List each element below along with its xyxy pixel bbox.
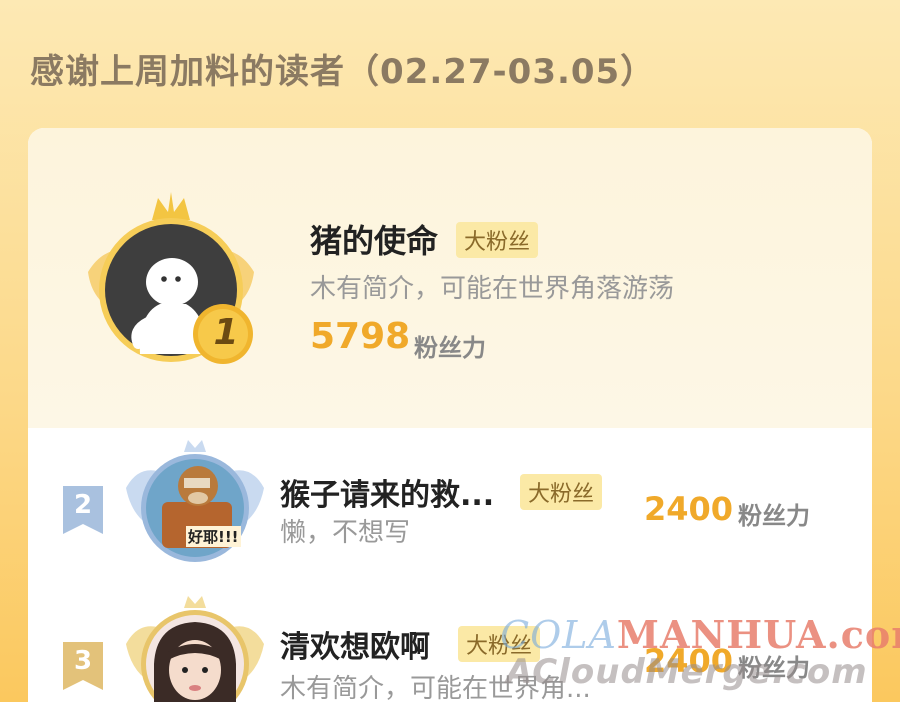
bronze-avatar-frame[interactable] xyxy=(120,594,270,702)
fan-description: 懒，不想写 xyxy=(280,518,411,548)
fan-score: 2400 xyxy=(644,490,734,528)
fan-name[interactable]: 清欢想欧啊 xyxy=(280,622,430,666)
page-title: 感谢上周加料的读者（02.27-03.05） xyxy=(30,52,656,92)
rank-1-number: 1 xyxy=(213,312,239,353)
top-fan-score-unit: 粉丝力 xyxy=(414,334,486,362)
avatar-caption: 好耶!!! xyxy=(186,526,241,547)
top-fan-section[interactable]: 1 猪的使命 大粉丝 木有简介，可能在世界角落游荡 5798 粉丝力 xyxy=(28,128,872,428)
watermark-suffix: MANHUA.com xyxy=(616,612,900,657)
fan-name[interactable]: 猴子请来的救... xyxy=(280,470,494,514)
rank-2-number: 2 xyxy=(73,490,93,520)
top-fan-name[interactable]: 猪的使命 xyxy=(310,216,438,262)
silver-avatar-frame[interactable] xyxy=(120,438,270,568)
fan-tag: 大粉丝 xyxy=(520,474,603,510)
top-fan-tag: 大粉丝 xyxy=(456,222,539,258)
fan-score-unit: 粉丝力 xyxy=(738,502,810,530)
top-fan-description: 木有简介，可能在世界角落游荡 xyxy=(310,274,675,304)
list-item[interactable]: 2 好耶!!! 猴子请来的救... 大粉丝 懒，不想写 2400 粉丝力 xyxy=(28,428,872,568)
watermark-acloudmerge: ACloudMerge.com xyxy=(506,652,868,692)
watermark-prefix: COLA xyxy=(500,613,617,657)
watermark-colamanhua: COLAMANHUA.com xyxy=(500,612,900,657)
top-fan-score: 5798 xyxy=(310,316,411,357)
rank-3-number: 3 xyxy=(73,646,93,676)
